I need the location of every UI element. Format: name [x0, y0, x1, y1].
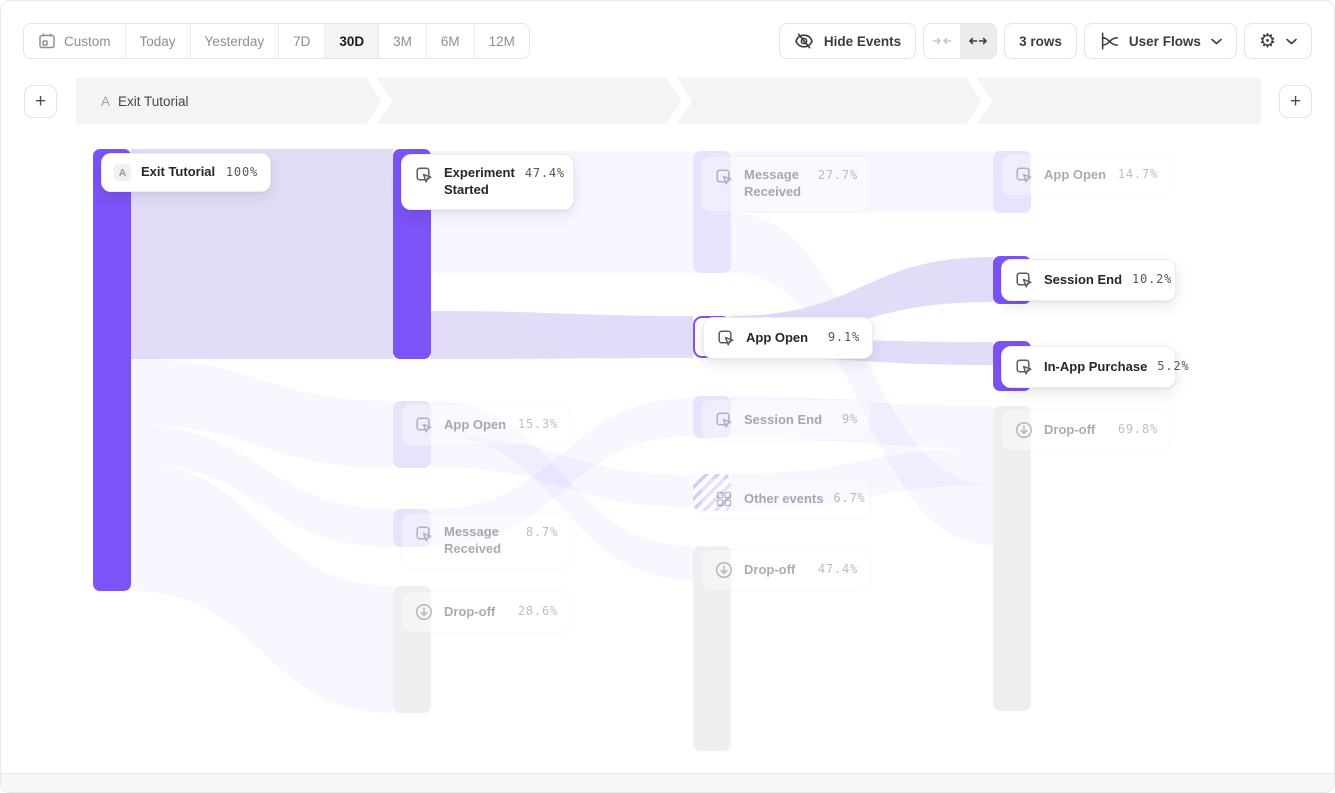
flow-card-app-open-2[interactable]: App Open 15.3% — [401, 404, 571, 446]
flow-node-value: 100% — [226, 164, 258, 181]
flow-node-label: Message Received — [744, 167, 808, 201]
flow-card-drop-off-3[interactable]: Drop-off 47.4% — [701, 549, 871, 591]
drop-off-icon — [714, 560, 734, 580]
user-flows-app: CustomTodayYesterday7D30D3M6M12M Hide Ev… — [0, 0, 1335, 793]
event-icon — [1014, 165, 1034, 185]
flow-node-value: 9.1% — [828, 329, 860, 346]
flow-node-label: In-App Purchase — [1044, 359, 1147, 376]
flow-node-label: Drop-off — [744, 562, 795, 579]
flow-node-label: Experiment Started — [444, 165, 515, 199]
flow-card-in-app-purchase-4[interactable]: In-App Purchase5.2% — [1001, 346, 1176, 388]
event-icon — [414, 165, 434, 185]
event-icon — [1014, 357, 1034, 377]
flow-card-drop-off-2[interactable]: Drop-off 28.6% — [401, 591, 571, 633]
flow-node-label: Other events — [744, 491, 823, 508]
flow-node-value: 6.7% — [833, 490, 865, 507]
flow-card-app-open-4[interactable]: App Open 14.7% — [1001, 154, 1171, 196]
flow-node-value: 9% — [842, 411, 858, 428]
flow-node-label: App Open — [444, 417, 506, 434]
event-icon — [414, 524, 434, 544]
event-icon — [714, 410, 734, 430]
drop-off-icon — [1014, 420, 1034, 440]
other-events-icon — [714, 489, 734, 509]
drop-off-icon — [414, 602, 434, 622]
flow-card-message-received-3[interactable]: Message Received 27.7% — [701, 156, 871, 212]
flow-node-label: Session End — [1044, 272, 1122, 289]
flow-card-drop-off-4[interactable]: Drop-off 69.8% — [1001, 409, 1171, 451]
event-icon — [1014, 270, 1034, 290]
flow-node-value: 14.7% — [1118, 166, 1158, 183]
flow-node-value: 27.7% — [818, 167, 858, 184]
flow-node-value: 47.4% — [525, 165, 565, 182]
flow-node-label: App Open — [746, 330, 808, 347]
flow-card-app-open-3[interactable]: App Open 9.1% — [703, 317, 873, 359]
flow-link-experiment-started-to-app-open-3[interactable] — [431, 311, 693, 359]
flow-node-value: 10.2% — [1132, 271, 1172, 288]
flow-node-label: Session End — [744, 412, 822, 429]
flow-node-label: Drop-off — [444, 604, 495, 621]
flow-card-other-events-3[interactable]: Other events 6.7% — [701, 478, 871, 520]
flow-node-label: Exit Tutorial — [141, 164, 215, 181]
flow-node-value: 47.4% — [818, 561, 858, 578]
flow-bar-exit-tutorial[interactable] — [93, 149, 131, 591]
flow-card-exit-tutorial[interactable]: A Exit Tutorial 100% — [101, 153, 271, 192]
flow-card-message-received-2[interactable]: Message Received 8.7% — [401, 513, 571, 569]
flow-bar-drop-off-4[interactable] — [993, 406, 1031, 711]
flow-links-layer — [1, 1, 1335, 793]
event-icon — [414, 415, 434, 435]
flow-node-label: App Open — [1044, 167, 1106, 184]
step-letter-badge: A — [114, 164, 131, 181]
flow-node-label: Message Received — [444, 524, 516, 558]
flow-node-value: 5.2% — [1157, 358, 1189, 375]
event-icon — [716, 328, 736, 348]
flow-node-value: 8.7% — [526, 524, 558, 541]
flow-node-label: Drop-off — [1044, 422, 1095, 439]
flow-card-experiment-started[interactable]: Experiment Started 47.4% — [401, 154, 574, 210]
flow-node-value: 28.6% — [518, 603, 558, 620]
flow-card-session-end-3[interactable]: Session End 9% — [701, 399, 871, 441]
flow-node-value: 15.3% — [518, 416, 558, 433]
flow-node-value: 69.8% — [1118, 421, 1158, 438]
flow-card-session-end-4[interactable]: Session End 10.2% — [1001, 259, 1176, 301]
event-icon — [714, 167, 734, 187]
